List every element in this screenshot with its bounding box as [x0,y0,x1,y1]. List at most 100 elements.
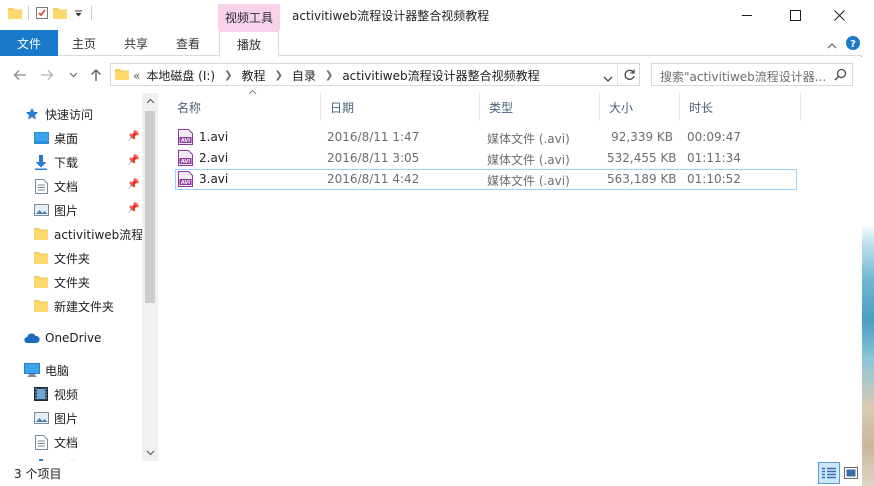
address-divider [617,64,618,85]
pin-icon[interactable]: 📌 [127,131,139,142]
new-folder-icon[interactable] [53,6,67,20]
table-row[interactable]: AVI 1.avi 2016/8/11 1:47 媒体文件 (.avi) 92,… [175,127,797,148]
pin-icon[interactable]: 📌 [127,155,139,166]
sort-ascending-icon [248,87,257,98]
file-explorer-window: 视频工具 activitiweb流程设计器整合视频教程 文件 主页 共享 查看 … [0,0,862,486]
tab-view[interactable]: 查看 [168,30,208,56]
breadcrumb-drive[interactable]: 本地磁盘 (I:) [146,67,215,84]
search-input[interactable]: 搜索"activitiweb流程设计器... [660,68,825,85]
column-header-type[interactable]: 类型 [480,93,600,121]
file-duration: 01:10:52 [687,172,741,186]
nav-quick-access[interactable]: 快速访问 [24,103,158,125]
tab-file[interactable]: 文件 [0,30,58,56]
file-name: 2.avi [199,151,229,165]
desktop-icon [33,130,49,146]
address-bar[interactable]: « 本地磁盘 (I:) ❯ 教程 ❯ 自录 ❯ activitiweb流程设计器… [110,63,640,86]
file-size: 92,339 KB [611,130,673,144]
ribbon-tab-bar: 文件 主页 共享 查看 播放 ? [0,30,862,57]
file-size: 563,189 KB [607,172,677,186]
nav-label: 桌面 [54,131,79,146]
tab-share[interactable]: 共享 [116,30,156,56]
item-count: 3 个项目 [14,467,62,481]
file-date: 2016/8/11 3:05 [327,151,420,165]
scrollbar-thumb[interactable] [145,111,155,303]
pin-icon[interactable]: 📌 [127,179,139,190]
nav-label: 文档 [54,435,79,450]
nav-this-pc[interactable]: 电脑 [24,359,158,381]
nav-item-folder[interactable]: 文件夹 [33,247,158,269]
tab-play[interactable]: 播放 [219,30,279,57]
details-view-button[interactable] [818,462,840,484]
column-header-name[interactable]: 名称 [168,89,321,121]
nav-label: 图片 [54,203,79,218]
address-history-dropdown[interactable] [603,71,613,85]
nav-item-activitiweb-folder[interactable]: activitiweb流程设 [33,223,158,245]
folder-icon [33,250,49,266]
context-tab-header: 视频工具 [218,4,280,30]
column-label: 大小 [609,100,634,115]
nav-label: 下载 [54,155,79,170]
forward-button[interactable] [38,66,56,84]
nav-label: OneDrive [45,331,102,345]
nav-item-pc-documents[interactable]: 文档 [33,431,158,453]
breadcrumb-current-folder[interactable]: activitiweb流程设计器整合视频教程 [342,67,539,84]
column-header-size[interactable]: 大小 [600,93,680,121]
svg-text:AVI: AVI [181,180,190,186]
file-date: 2016/8/11 4:42 [327,172,420,186]
large-icons-view-button[interactable] [840,462,862,484]
scroll-down-icon[interactable] [142,445,158,461]
recent-locations-button[interactable] [64,66,82,84]
nav-item-new-folder[interactable]: 新建文件夹 [33,295,158,317]
breadcrumb: « 本地磁盘 (I:) ❯ 教程 ❯ 自录 ❯ activitiweb流程设计器… [133,67,540,84]
close-button[interactable] [816,0,862,30]
file-size: 532,455 KB [607,151,677,165]
table-row-selected[interactable]: AVI 3.avi 2016/8/11 4:42 媒体文件 (.avi) 563… [175,169,797,190]
folder-icon[interactable] [8,6,22,20]
search-icon[interactable] [834,68,847,84]
file-duration: 00:09:47 [687,130,741,144]
properties-icon[interactable] [35,6,49,20]
document-icon [33,434,49,450]
nav-item-videos[interactable]: 视频 [33,383,158,405]
avi-file-icon: AVI [178,150,193,166]
customize-qat-icon[interactable] [71,6,85,20]
picture-icon [33,202,49,218]
video-icon [33,386,49,402]
help-icon[interactable]: ? [846,36,860,53]
nav-onedrive[interactable]: OneDrive [24,327,158,349]
expand-ribbon-icon[interactable] [827,38,837,52]
nav-label: 快速访问 [45,107,94,122]
minimize-button[interactable] [724,0,770,30]
up-button[interactable] [87,66,105,84]
chevron-right-icon[interactable]: ❯ [224,70,232,81]
minimize-icon [741,14,752,16]
nav-label: 电脑 [45,363,70,378]
search-box[interactable]: 搜索"activitiweb流程设计器... [651,63,853,86]
column-header-date[interactable]: 日期 [321,93,480,121]
up-arrow-icon [91,69,101,81]
file-type: 媒体文件 (.avi) [487,174,570,188]
folder-icon [33,226,49,242]
chevron-right-icon[interactable]: ❯ [275,70,283,81]
back-button[interactable] [11,66,29,84]
back-arrow-icon [13,70,26,80]
nav-scrollbar[interactable] [142,93,158,461]
pin-icon[interactable]: 📌 [127,203,139,214]
breadcrumb-self-recorded[interactable]: 自录 [292,67,316,84]
column-label: 类型 [489,100,514,115]
breadcrumb-overflow[interactable]: « [133,69,140,83]
nav-item-folder[interactable]: 文件夹 [33,271,158,293]
column-header-duration[interactable]: 时长 [680,93,801,121]
breadcrumb-tutorials[interactable]: 教程 [242,67,266,84]
table-row[interactable]: AVI 2.avi 2016/8/11 3:05 媒体文件 (.avi) 532… [175,148,797,169]
column-label: 名称 [177,100,202,115]
refresh-button[interactable] [623,68,636,84]
scroll-up-icon[interactable] [142,93,158,109]
chevron-down-icon [603,76,613,82]
cloud-icon [24,330,40,346]
tab-home[interactable]: 主页 [64,30,104,56]
chevron-right-icon[interactable]: ❯ [325,70,333,81]
nav-item-pc-pictures[interactable]: 图片 [33,407,158,429]
nav-label: 新建文件夹 [54,299,115,314]
maximize-button[interactable] [772,0,818,30]
